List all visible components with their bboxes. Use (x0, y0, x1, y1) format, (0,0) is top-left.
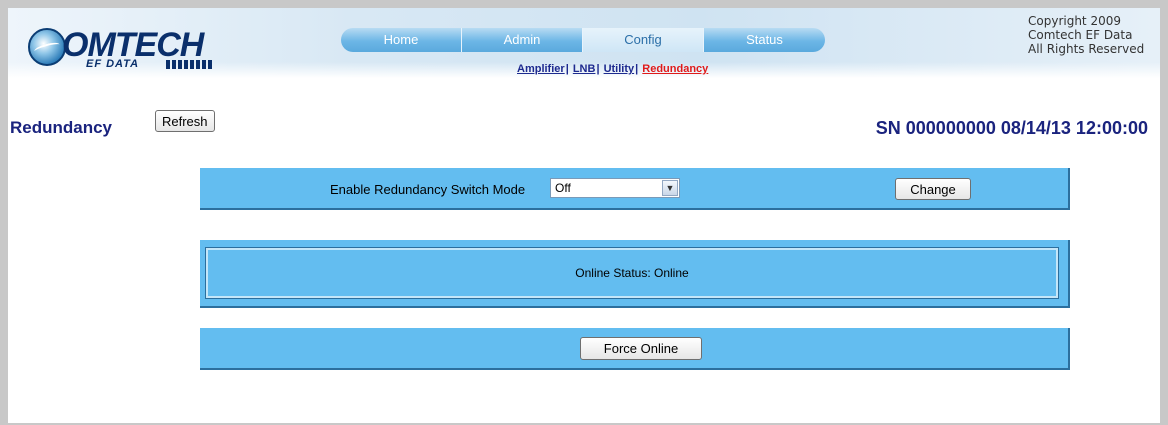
subnav-utility[interactable]: Utility (604, 63, 635, 75)
main-nav-tabs: Home Admin Config Status (341, 28, 825, 52)
globe-icon (28, 28, 66, 66)
page-title: Redundancy (10, 118, 113, 137)
comtech-logo[interactable]: OMTECH EF DATA (22, 22, 252, 74)
subnav-separator: | (565, 63, 569, 75)
copyright-line: Comtech EF Data (1028, 28, 1133, 42)
logo-bars-icon (166, 60, 212, 69)
copyright-line: All Rights Reserved (1028, 42, 1145, 56)
copyright-notice: Copyright 2009 Comtech EF Data All Right… (1028, 14, 1168, 56)
tab-status[interactable]: Status (704, 28, 825, 52)
force-online-button[interactable]: Force Online (580, 337, 702, 360)
tab-config[interactable]: Config (583, 28, 704, 52)
chevron-down-icon[interactable]: ▼ (662, 180, 678, 196)
subnav-amplifier[interactable]: Amplifier (517, 63, 565, 75)
subnav-separator: | (596, 63, 600, 75)
switch-mode-panel: Enable Redundancy Switch Mode Off ▼ Chan… (200, 168, 1070, 210)
config-subnav: Amplifier| LNB| Utility| Redundancy (517, 63, 708, 75)
status-panel: Online Status: Online (200, 240, 1070, 308)
subnav-redundancy[interactable]: Redundancy (642, 63, 708, 75)
page-content: OMTECH EF DATA Home Admin Config Status … (8, 8, 1160, 423)
tab-admin[interactable]: Admin (462, 28, 583, 52)
online-status-text: Online Status: Online (575, 266, 689, 280)
copyright-line: Copyright 2009 (1028, 14, 1121, 28)
serial-datetime: SN 000000000 08/14/13 12:00:00 (875, 118, 1148, 138)
switch-mode-select[interactable]: Off ▼ (550, 178, 680, 198)
switch-mode-value: Off (555, 181, 571, 195)
subnav-separator: | (635, 63, 639, 75)
subnav-lnb[interactable]: LNB (573, 63, 596, 75)
status-box: Online Status: Online (205, 247, 1059, 299)
switch-mode-label: Enable Redundancy Switch Mode (330, 182, 526, 197)
force-panel: Force Online (200, 328, 1070, 370)
change-button[interactable]: Change (895, 178, 971, 200)
logo-subtitle: EF DATA (86, 58, 140, 70)
refresh-button[interactable]: Refresh (155, 110, 215, 132)
tab-home[interactable]: Home (341, 28, 462, 52)
browser-frame: OMTECH EF DATA Home Admin Config Status … (0, 0, 1168, 425)
